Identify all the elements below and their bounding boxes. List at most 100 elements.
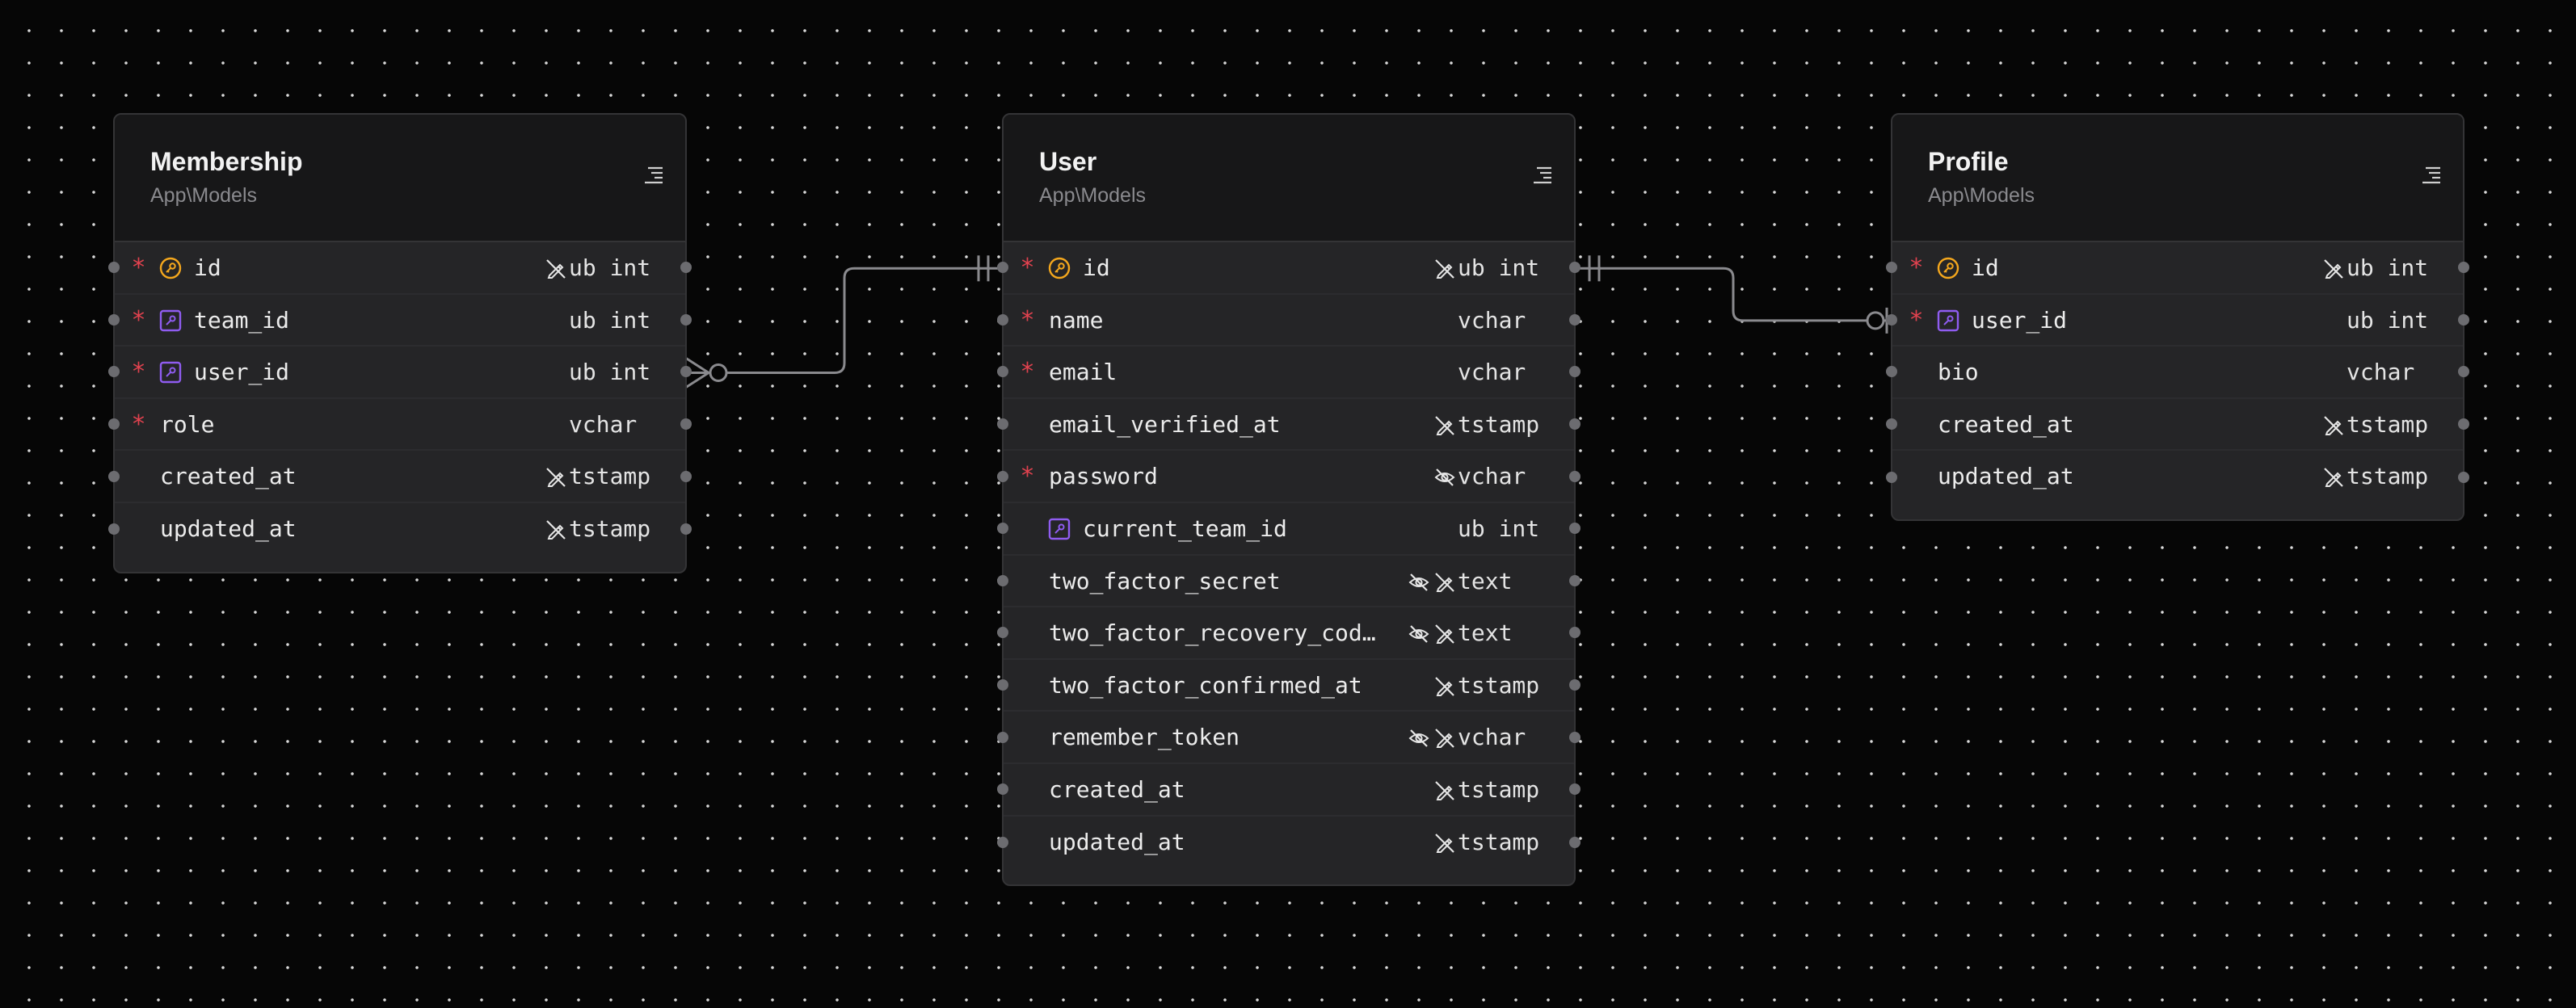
column-row-email-verified-at[interactable]: email_verified_at tstamp (997, 399, 1581, 452)
connection-handle-left[interactable] (108, 523, 120, 536)
connection-handle-left[interactable] (1886, 313, 1897, 326)
column-row-email[interactable]: * email vchar (997, 346, 1581, 399)
column-row-created-at[interactable]: created_at tstamp (997, 764, 1581, 817)
column-row-two-factor-secret[interactable]: two_factor_secret text (997, 556, 1581, 608)
column-row-two-factor-recovery-cod-[interactable]: two_factor_recovery_cod… text (997, 607, 1581, 660)
table-title: Membership (150, 147, 303, 176)
connection-handle-right[interactable] (680, 523, 692, 536)
column-row-bio[interactable]: bio vchar (1886, 346, 2469, 399)
connection-handle-left[interactable] (997, 470, 1008, 482)
column-row-team-id[interactable]: * team_id ub int (108, 295, 692, 347)
connection-handle-right[interactable] (2458, 262, 2469, 274)
column-type: vchar (2347, 359, 2415, 386)
connection-handle-right[interactable] (1569, 627, 1581, 639)
column-row-name[interactable]: * name vchar (997, 295, 1581, 347)
column-row-updated-at[interactable]: updated_at tstamp (1886, 451, 2469, 503)
column-row-two-factor-confirmed-at[interactable]: two_factor_confirmed_at tstamp (997, 660, 1581, 712)
connection-handle-right[interactable] (680, 418, 692, 430)
connection-handle-right[interactable] (680, 262, 692, 274)
connection-handle-right[interactable] (680, 313, 692, 326)
column-row-id[interactable]: * id ub int (1886, 242, 2469, 295)
column-row-current-team-id[interactable]: current_team_id ub int (997, 503, 1581, 556)
connection-handle-right[interactable] (1569, 418, 1581, 430)
no-edit-icon (545, 519, 567, 541)
no-edit-icon (545, 258, 567, 280)
connection-handle-left[interactable] (1886, 366, 1897, 378)
required-marker: * (133, 410, 145, 439)
connection-handle-left[interactable] (108, 470, 120, 482)
column-type: tstamp (1458, 828, 1540, 855)
connection-handle-left[interactable] (997, 836, 1008, 848)
column-type: vchar (569, 410, 638, 438)
menu-icon[interactable] (1530, 163, 1555, 187)
exactly-one-marker (977, 255, 990, 282)
column-row-updated-at[interactable]: updated_at tstamp (108, 503, 692, 556)
column-list: * id ub int * name vchar * email vchar email_veri… (997, 242, 1581, 884)
table-membership[interactable]: Membership App\Models * id ub int * team_id ub … (108, 113, 692, 573)
connection-handle-left[interactable] (1886, 471, 1897, 483)
column-name: updated_at (1938, 463, 2074, 490)
connection-handle-right[interactable] (1569, 679, 1581, 691)
connection-handle-right[interactable] (1569, 783, 1581, 796)
connection-handle-left[interactable] (997, 523, 1008, 535)
column-name: bio (1938, 359, 1979, 386)
connection-handle-left[interactable] (1886, 418, 1897, 430)
column-row-created-at[interactable]: created_at tstamp (108, 451, 692, 503)
column-row-id[interactable]: * id ub int (997, 242, 1581, 295)
column-row-password[interactable]: * password vchar (997, 451, 1581, 503)
connection-handle-left[interactable] (997, 262, 1008, 274)
column-row-updated-at[interactable]: updated_at tstamp (997, 817, 1581, 869)
column-row-user-id[interactable]: * user_id ub int (1886, 295, 2469, 347)
column-row-id[interactable]: * id ub int (108, 242, 692, 295)
connection-handle-right[interactable] (1569, 470, 1581, 482)
connection-handle-right[interactable] (2458, 313, 2469, 326)
diagram-canvas[interactable]: Membership App\Models * id ub int * team_id ub … (0, 0, 2576, 1008)
column-name: created_at (1049, 775, 1185, 803)
relation-line (686, 267, 1003, 374)
connection-handle-left[interactable] (997, 313, 1008, 326)
connection-handle-right[interactable] (1569, 836, 1581, 848)
relation-user-profile[interactable] (1575, 255, 1892, 334)
column-flags (1433, 414, 1456, 437)
connection-handle-left[interactable] (997, 418, 1008, 430)
column-name: team_id (194, 306, 290, 334)
table-header[interactable]: Profile App\Models (1892, 115, 2463, 242)
connection-handle-left[interactable] (108, 262, 120, 274)
connection-handle-right[interactable] (680, 366, 692, 378)
column-type: vchar (1458, 463, 1526, 490)
table-profile[interactable]: Profile App\Models * id ub int * user_id ub int… (1886, 113, 2469, 521)
connection-handle-left[interactable] (997, 731, 1008, 743)
connection-handle-left[interactable] (997, 574, 1008, 586)
connection-handle-right[interactable] (2458, 366, 2469, 378)
menu-icon[interactable] (642, 163, 666, 187)
connection-handle-right[interactable] (680, 470, 692, 482)
connection-handle-right[interactable] (1569, 523, 1581, 535)
column-row-user-id[interactable]: * user_id ub int (108, 346, 692, 399)
table-header[interactable]: Membership App\Models (115, 115, 685, 242)
column-row-remember-token[interactable]: remember_token vchar (997, 712, 1581, 764)
connection-handle-right[interactable] (1569, 313, 1581, 326)
connection-handle-left[interactable] (108, 418, 120, 430)
connection-handle-right[interactable] (2458, 471, 2469, 483)
connection-handle-right[interactable] (2458, 418, 2469, 430)
column-name: two_factor_secret (1049, 567, 1281, 594)
connection-handle-right[interactable] (1569, 574, 1581, 586)
connection-handle-right[interactable] (1569, 731, 1581, 743)
connection-handle-left[interactable] (108, 313, 120, 326)
connection-handle-left[interactable] (108, 366, 120, 378)
connection-handle-right[interactable] (1569, 262, 1581, 274)
table-header[interactable]: User App\Models (1004, 115, 1574, 242)
column-row-role[interactable]: * role vchar (108, 399, 692, 452)
relation-membership-user[interactable] (685, 255, 1003, 388)
hidden-icon (1408, 727, 1430, 750)
table-user[interactable]: User App\Models * id ub int * name vchar * email v… (997, 113, 1581, 887)
column-row-created-at[interactable]: created_at tstamp (1886, 399, 2469, 452)
connection-handle-left[interactable] (997, 366, 1008, 378)
connection-handle-left[interactable] (997, 679, 1008, 691)
menu-icon[interactable] (2419, 163, 2443, 187)
connection-handle-right[interactable] (1569, 366, 1581, 378)
connection-handle-left[interactable] (1886, 262, 1897, 274)
connection-handle-left[interactable] (997, 783, 1008, 796)
foreign-key-icon (158, 309, 183, 333)
connection-handle-left[interactable] (997, 627, 1008, 639)
